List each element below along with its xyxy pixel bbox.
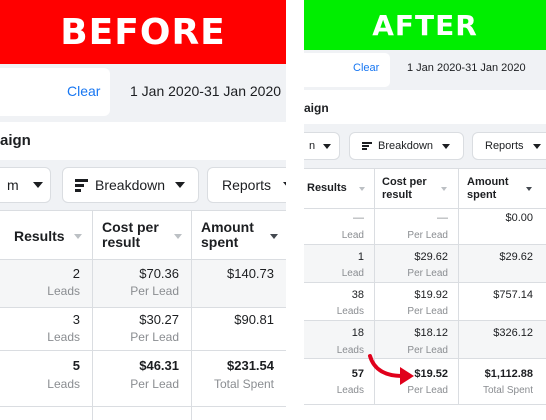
results-value: 18: [351, 327, 364, 339]
results-unit: Lead: [341, 230, 364, 241]
total-amount: $1,112.88: [484, 368, 533, 380]
view-dropdown[interactable]: n: [304, 132, 340, 160]
results-value: —: [353, 212, 364, 224]
results-unit: Leads: [47, 284, 80, 298]
column-header-results[interactable]: Results: [307, 182, 347, 194]
view-dropdown-label: n: [309, 140, 316, 152]
cost-value: $29.62: [414, 251, 448, 263]
before-banner: BEFORE: [0, 0, 286, 64]
cost-unit: Per Lead: [407, 306, 448, 317]
breakdown-label: Breakdown: [378, 140, 434, 152]
cost-unit: Per Lead: [407, 230, 448, 241]
results-value: 38: [351, 289, 364, 301]
results-value: 2: [72, 266, 80, 281]
cost-value: $19.92: [414, 289, 448, 301]
sort-icon[interactable]: [526, 187, 532, 191]
amount-value: $326.12: [493, 327, 533, 339]
total-results: 5: [72, 358, 80, 373]
highlight-arrow-icon: [368, 354, 414, 385]
column-header-results[interactable]: Results: [14, 228, 65, 244]
before-panel: BEFORE Clear 1 Jan 2020-31 Jan 2020 aign…: [0, 0, 286, 420]
chevron-down-icon: [442, 143, 451, 149]
reports-button[interactable]: Reports: [472, 132, 546, 160]
column-header-cost-per-result[interactable]: Cost per result: [102, 220, 159, 250]
after-panel: AFTER Clear 1 Jan 2020-31 Jan 2020 aign …: [304, 0, 546, 420]
date-range-selector[interactable]: 1 Jan 2020-31 Jan 2020: [130, 83, 281, 99]
results-value: 3: [72, 312, 80, 327]
cost-value: —: [437, 212, 448, 224]
column-header-amount-spent[interactable]: Amount spent: [201, 220, 254, 250]
amount-value: $29.62: [499, 251, 533, 263]
page-title: aign: [304, 101, 329, 115]
amount-value: $90.81: [234, 312, 274, 327]
breakdown-button[interactable]: Breakdown: [62, 167, 199, 203]
results-value: 1: [357, 251, 364, 263]
results-unit: Leads: [336, 306, 364, 317]
total-results-unit: Leads: [47, 377, 80, 391]
results-unit: Leads: [47, 330, 80, 344]
cost-value: $30.27: [139, 312, 179, 327]
sort-icon[interactable]: [174, 234, 182, 239]
view-dropdown[interactable]: m: [0, 167, 51, 203]
reports-label: Reports: [485, 140, 524, 152]
total-results-unit: Leads: [336, 385, 364, 396]
page-title: aign: [0, 132, 31, 149]
chevron-down-icon: [175, 182, 186, 188]
column-header-amount-spent[interactable]: Amount spent: [467, 176, 509, 202]
chevron-down-icon: [323, 143, 332, 149]
amount-value: $0.00: [505, 212, 533, 224]
clear-link[interactable]: Clear: [353, 62, 379, 74]
results-unit: Lead: [341, 268, 364, 279]
sort-icon[interactable]: [270, 234, 278, 239]
total-cost-unit: Per Lead: [130, 377, 179, 391]
breakdown-icon: [362, 142, 372, 150]
cost-unit: Per Lead: [407, 268, 448, 279]
breakdown-label: Breakdown: [95, 177, 166, 193]
reports-label: Reports: [222, 177, 272, 193]
cost-value: $18.12: [414, 327, 448, 339]
total-cost: $46.31: [139, 358, 179, 373]
clear-link[interactable]: Clear: [67, 83, 100, 99]
reports-button[interactable]: Reports: [207, 167, 286, 203]
chevron-down-icon: [532, 143, 541, 149]
total-amount-unit: Total Spent: [482, 385, 533, 396]
view-dropdown-label: m: [7, 177, 19, 193]
total-amount: $231.54: [227, 358, 274, 373]
breakdown-button[interactable]: Breakdown: [349, 132, 464, 160]
cost-unit: Per Lead: [130, 284, 179, 298]
total-amount-unit: Total Spent: [213, 377, 274, 391]
cost-value: $70.36: [139, 266, 179, 281]
total-results: 57: [351, 368, 364, 380]
breakdown-icon: [75, 178, 88, 192]
column-header-cost-per-result[interactable]: Cost per result: [382, 176, 427, 202]
date-range-selector[interactable]: 1 Jan 2020-31 Jan 2020: [407, 62, 526, 74]
sort-icon[interactable]: [441, 187, 447, 191]
after-banner: AFTER: [304, 0, 546, 50]
sort-icon[interactable]: [359, 187, 365, 191]
cost-unit: Per Lead: [130, 330, 179, 344]
sort-icon[interactable]: [74, 234, 82, 239]
total-cost: $19.52: [414, 368, 448, 380]
chevron-down-icon: [32, 182, 43, 188]
amount-value: $757.14: [493, 289, 533, 301]
amount-value: $140.73: [227, 266, 274, 281]
results-unit: Leads: [336, 345, 364, 356]
chevron-down-icon: [283, 182, 286, 188]
